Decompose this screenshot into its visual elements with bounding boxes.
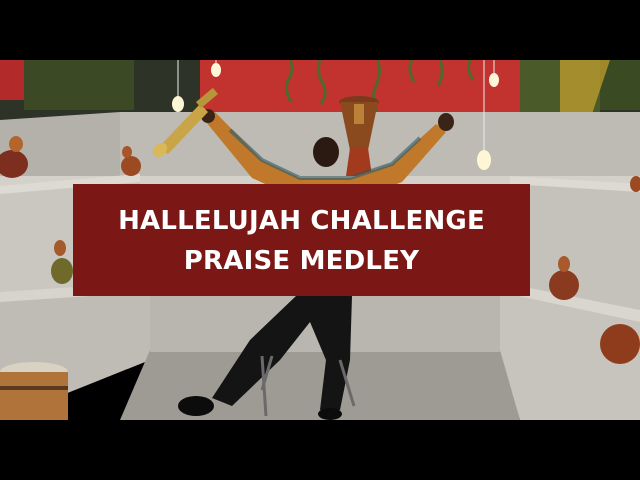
bass-drum bbox=[0, 362, 68, 420]
hedge-left bbox=[24, 60, 134, 110]
video-thumbnail[interactable]: HALLELUJAH CHALLENGE PRAISE MEDLEY bbox=[0, 0, 640, 480]
title-line-1: HALLELUJAH CHALLENGE bbox=[118, 206, 485, 236]
title-banner: HALLELUJAH CHALLENGE PRAISE MEDLEY bbox=[73, 184, 530, 296]
title-line-2: PRAISE MEDLEY bbox=[183, 246, 420, 276]
